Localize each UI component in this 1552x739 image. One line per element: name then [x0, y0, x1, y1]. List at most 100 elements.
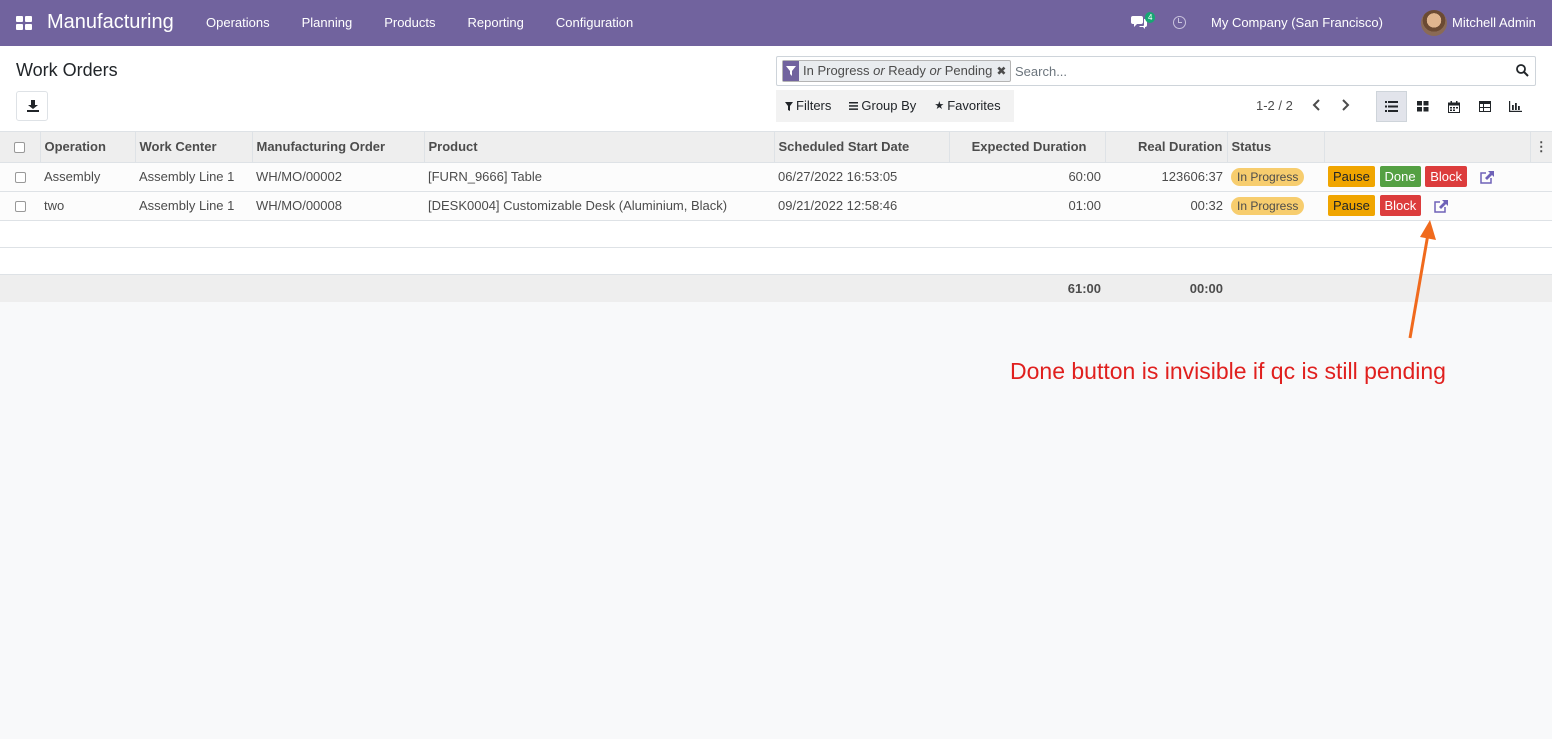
control-panel: Work Orders In Progress or Ready or Pend… — [0, 46, 1552, 132]
row-select-cell — [0, 161, 40, 191]
cell-expected-duration[interactable]: 01:00 — [949, 190, 1105, 220]
kebab-menu-icon: ⋮ — [1534, 138, 1548, 154]
menu-configuration[interactable]: Configuration — [540, 0, 649, 46]
favorites-dropdown[interactable]: ★ Favorites — [925, 90, 1009, 122]
kanban-view-icon — [1416, 101, 1428, 112]
cell-product[interactable]: [DESK0004] Customizable Desk (Aluminium,… — [424, 190, 774, 220]
menu-products[interactable]: Products — [368, 0, 451, 46]
table-row[interactable]: Assembly Assembly Line 1 WH/MO/00002 [FU… — [0, 161, 1552, 191]
menu-planning[interactable]: Planning — [286, 0, 369, 46]
search-input[interactable] — [1015, 59, 1495, 83]
cell-product[interactable]: [FURN_9666] Table — [424, 161, 774, 191]
column-header-actions — [1323, 132, 1530, 162]
block-button[interactable]: Block — [1425, 166, 1467, 187]
totals-spacer — [0, 273, 949, 302]
row-checkbox[interactable] — [14, 201, 26, 213]
column-header-operation[interactable]: Operation — [39, 132, 135, 162]
facet-separator: or — [929, 63, 942, 78]
kanban-view-button[interactable] — [1407, 91, 1438, 122]
cell-work-center[interactable]: Assembly Line 1 — [135, 161, 252, 191]
filters-dropdown[interactable]: Filters — [776, 90, 840, 122]
select-all-checkbox[interactable] — [14, 142, 26, 154]
cell-manufacturing-order[interactable]: WH/MO/00008 — [252, 190, 424, 220]
annotation-arrow-icon — [1408, 220, 1436, 339]
filters-label: Filters — [796, 98, 832, 113]
cell-expected-duration[interactable]: 60:00 — [949, 161, 1105, 191]
table-row[interactable]: two Assembly Line 1 WH/MO/00008 [DESK000… — [0, 190, 1552, 220]
user-avatar[interactable] — [1421, 10, 1447, 36]
column-header-product[interactable]: Product — [423, 132, 774, 162]
export-button[interactable] — [16, 91, 48, 121]
group-by-label: Group By — [861, 98, 917, 113]
column-header-real-duration[interactable]: Real Duration — [1104, 132, 1227, 162]
totals-row: 61:00 00:00 — [0, 273, 1552, 302]
activity-clock-icon[interactable] — [1173, 16, 1186, 29]
group-by-dropdown[interactable]: Group By — [840, 90, 925, 122]
row-checkbox[interactable] — [14, 172, 26, 184]
column-header-expected-duration[interactable]: Expected Duration — [948, 132, 1105, 162]
empty-row — [0, 246, 1552, 274]
cell-real-duration[interactable]: 123606:37 — [1105, 161, 1227, 191]
cell-scheduled-start[interactable]: 06/27/2022 16:53:05 — [774, 161, 949, 191]
facet-value-in-progress: In Progress — [803, 63, 870, 78]
graph-view-button[interactable] — [1500, 91, 1531, 122]
cell-actions: Pause Block — [1324, 190, 1530, 220]
filter-facet: In Progress or Ready or Pending ✖ — [782, 60, 1012, 82]
cell-manufacturing-order[interactable]: WH/MO/00002 — [252, 161, 424, 191]
column-header-scheduled-start[interactable]: Scheduled Start Date — [773, 132, 949, 162]
menu-operations[interactable]: Operations — [190, 0, 286, 46]
filter-icon — [785, 101, 793, 111]
facet-value-pending: Pending — [944, 63, 993, 78]
status-badge: In Progress — [1231, 167, 1305, 186]
menu-reporting[interactable]: Reporting — [452, 0, 540, 46]
pager-value[interactable]: 1-2 / 2 — [1256, 98, 1293, 113]
company-switcher[interactable]: My Company (San Francisco) — [1211, 15, 1383, 30]
app-title[interactable]: Manufacturing — [47, 11, 174, 34]
totals-spacer — [1227, 273, 1552, 302]
cell-operation[interactable]: Assembly — [40, 161, 135, 191]
cell-status: In Progress — [1227, 190, 1324, 220]
pivot-table-icon — [1478, 101, 1491, 112]
pause-button[interactable]: Pause — [1328, 195, 1375, 216]
chevron-left-icon[interactable] — [1310, 95, 1324, 115]
external-link-icon[interactable] — [1434, 200, 1448, 213]
star-icon: ★ — [934, 100, 945, 112]
messages-count-badge: 4 — [1145, 12, 1156, 23]
status-badge: In Progress — [1231, 196, 1305, 215]
list-view-button[interactable] — [1376, 91, 1407, 122]
empty-row — [0, 219, 1552, 247]
work-orders-table: Operation Work Center Manufacturing Orde… — [0, 132, 1552, 302]
list-icon — [849, 102, 859, 110]
view-switcher — [1376, 91, 1531, 122]
facet-separator: or — [873, 63, 885, 78]
search-icon[interactable] — [1516, 64, 1529, 77]
external-link-icon[interactable] — [1479, 171, 1494, 184]
column-header-work-center[interactable]: Work Center — [134, 132, 252, 162]
cell-work-center[interactable]: Assembly Line 1 — [135, 190, 252, 220]
user-menu[interactable]: Mitchell Admin — [1452, 15, 1536, 30]
bar-chart-icon — [1509, 101, 1522, 112]
pivot-view-button[interactable] — [1469, 91, 1500, 122]
apps-menu-icon[interactable] — [16, 16, 32, 30]
filter-icon — [783, 61, 799, 81]
chevron-right-icon[interactable] — [1338, 95, 1352, 115]
spacer-cell — [1530, 190, 1552, 220]
pause-button[interactable]: Pause — [1328, 166, 1375, 187]
download-icon — [27, 100, 39, 112]
column-header-status[interactable]: Status — [1226, 132, 1324, 162]
annotation-text: Done button is invisible if qc is still … — [1010, 358, 1446, 384]
optional-columns-toggle[interactable]: ⋮ — [1529, 132, 1552, 162]
block-button[interactable]: Block — [1379, 195, 1422, 216]
done-button[interactable]: Done — [1379, 166, 1421, 187]
cell-operation[interactable]: two — [40, 190, 135, 220]
cell-actions: Pause Done Block — [1324, 161, 1530, 191]
total-real-duration: 00:00 — [1105, 273, 1227, 302]
column-header-manufacturing-order[interactable]: Manufacturing Order — [251, 132, 424, 162]
cell-status: In Progress — [1227, 161, 1324, 191]
page-title[interactable]: Work Orders — [16, 60, 118, 81]
cell-scheduled-start[interactable]: 09/21/2022 12:58:46 — [774, 190, 949, 220]
cell-real-duration[interactable]: 00:32 — [1105, 190, 1227, 220]
search-bar: In Progress or Ready or Pending ✖ — [776, 56, 1536, 86]
remove-facet-icon[interactable]: ✖ — [996, 61, 1010, 81]
calendar-view-button[interactable] — [1438, 91, 1469, 122]
